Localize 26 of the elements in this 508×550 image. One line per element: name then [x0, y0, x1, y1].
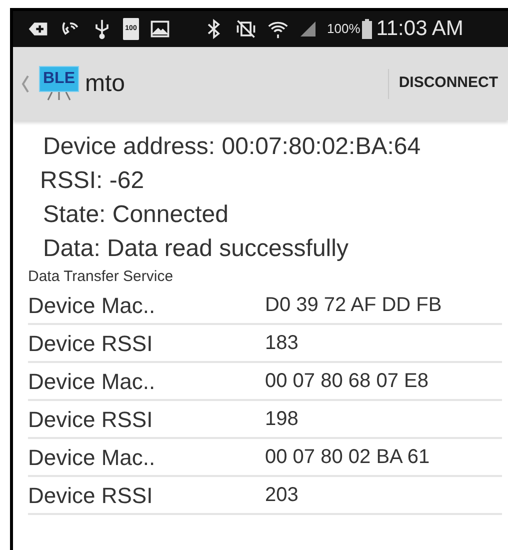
signal-icon [299, 20, 317, 38]
row-label: Device RSSI [28, 482, 154, 510]
vibrate-mute-icon [235, 18, 257, 40]
info-line: State: Connected [43, 200, 230, 230]
row-value: 198 [265, 407, 298, 432]
disconnect-button[interactable]: DISCONNECT [388, 47, 508, 120]
battery-percent: 100% [327, 20, 360, 38]
info-line: RSSI: -62 [40, 166, 146, 196]
row-label: Device Mac.. [28, 368, 156, 396]
row-label: Device Mac.. [28, 444, 156, 472]
app-title: mto [85, 68, 126, 98]
back-icon[interactable] [21, 74, 29, 92]
row-value: 203 [265, 483, 298, 508]
row-value: 00 07 80 68 07 E8 [265, 369, 428, 394]
row-value: 183 [265, 331, 298, 356]
row-label: Device Mac.. [28, 292, 156, 320]
row-value: D0 39 72 AF DD FB [265, 293, 442, 318]
info-line: Data: Data read successfully [43, 234, 350, 264]
battery-icon [362, 19, 372, 39]
service-title: Data Transfer Service [28, 267, 174, 287]
row-value: 00 07 80 02 BA 61 [265, 445, 430, 470]
image-icon [149, 18, 171, 40]
clock: 11:03 AM [376, 16, 464, 42]
row-label: Device RSSI [28, 330, 154, 358]
row-label: Device RSSI [28, 406, 154, 434]
info-line: Device address: 00:07:80:02:BA:64 [43, 132, 422, 162]
